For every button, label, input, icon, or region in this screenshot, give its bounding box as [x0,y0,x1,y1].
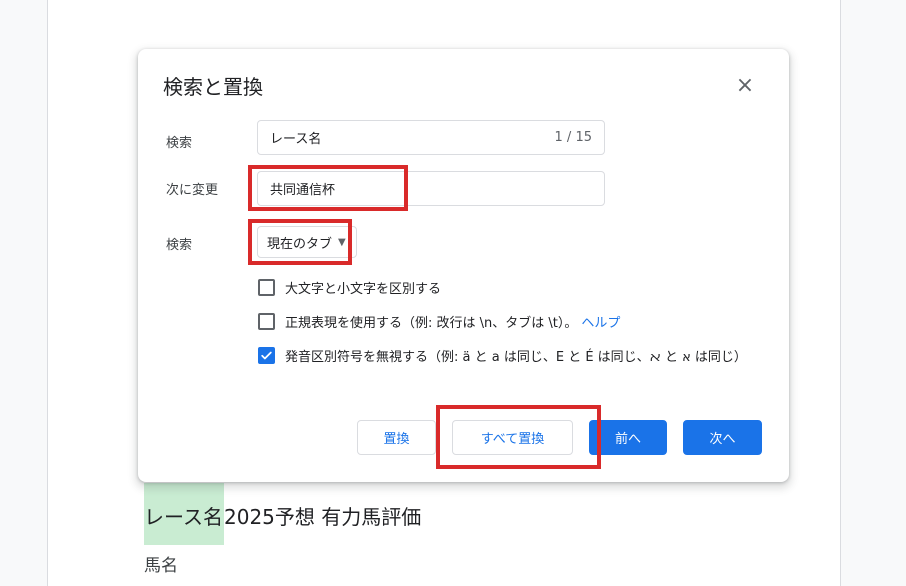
option-match-case[interactable]: 大文字と小文字を区別する [258,278,441,297]
option-ignore-diacritics[interactable]: 発音区別符号を無視する（例: ä と a は同じ、E と É は同じ、ﬡ と א… [258,346,747,365]
prev-button[interactable]: 前へ [589,420,667,455]
document-paragraph[interactable]: 馬名 [144,551,178,576]
dialog-title: 検索と置換 [163,75,263,99]
find-replace-dialog: 検索と置換 × 検索 レース名 1 / 15 次に変更 共同通信杯 検索 現在の… [138,49,789,482]
scope-dropdown[interactable]: 現在のタブ ▼ [257,226,357,258]
next-button[interactable]: 次へ [683,420,762,455]
heading-rest-text: 2025予想 有力馬評価 [224,505,422,529]
match-count: 1 / 15 [554,130,592,145]
option-label: 発音区別符号を無視する（例: ä と a は同じ、E と É は同じ、ﬡ と א… [285,350,747,365]
find-input[interactable]: レース名 1 / 15 [257,120,605,155]
chevron-down-icon: ▼ [338,236,346,248]
checkbox-checked[interactable] [258,347,275,364]
replace-all-button[interactable]: すべて置換 [452,420,573,455]
search-match-highlight: レース名 [144,483,224,545]
replace-input-value: 共同通信杯 [270,183,336,198]
replace-label: 次に変更 [166,183,219,198]
replace-button[interactable]: 置換 [357,420,436,455]
checkbox[interactable] [258,313,275,330]
scope-label: 検索 [166,238,193,253]
close-icon[interactable]: × [735,73,755,98]
checkbox[interactable] [258,279,275,296]
option-label: 正規表現を使用する（例: 改行は \n、タブは \t）。 [285,316,578,331]
option-label: 大文字と小文字を区別する [285,282,442,297]
document-heading[interactable]: レース名2025予想 有力馬評価 [144,483,422,545]
find-label: 検索 [166,136,193,151]
scope-value: 現在のタブ [267,236,333,252]
checkmark-icon [261,351,272,360]
find-input-value: レース名 [270,132,322,147]
replace-input[interactable]: 共同通信杯 [257,171,605,206]
option-regex[interactable]: 正規表現を使用する（例: 改行は \n、タブは \t）。 ヘルプ [258,312,620,331]
help-link[interactable]: ヘルプ [581,312,620,331]
